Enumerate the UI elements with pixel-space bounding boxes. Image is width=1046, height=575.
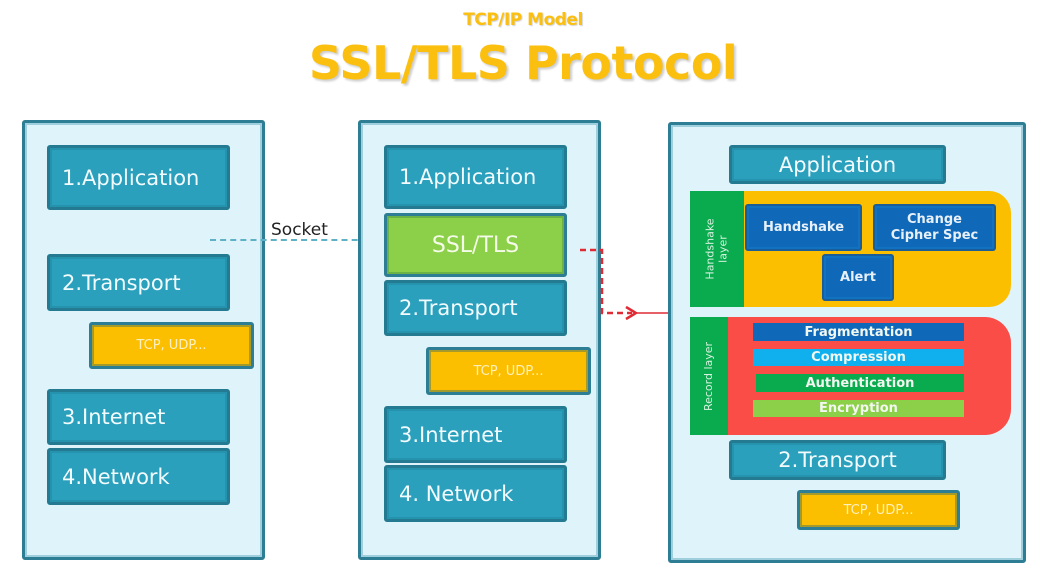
fragmentation-step: Fragmentation [753, 323, 964, 341]
handshake-protocol-box: Handshake [745, 204, 862, 251]
left-network-layer: 4.Network [47, 448, 230, 505]
middle-ssl-tls-layer: SSL/TLS [384, 213, 567, 277]
middle-network-layer: 4. Network [384, 465, 567, 522]
diagram-title: SSL/TLS Protocol [308, 36, 738, 90]
left-internet-layer: 3.Internet [47, 389, 230, 445]
alert-protocol-box: Alert [822, 254, 894, 301]
socket-label: Socket [271, 220, 328, 240]
handshake-layer-label: Handshake layer [690, 191, 744, 307]
change-cipher-spec-box: Change Cipher Spec [873, 204, 996, 251]
encryption-step: Encryption [753, 400, 964, 417]
middle-transport-layer: 2.Transport [384, 280, 567, 336]
left-application-layer: 1.Application [47, 145, 230, 210]
record-layer-label-text: Record layer [702, 341, 716, 411]
middle-internet-layer: 3.Internet [384, 406, 567, 463]
diagram-subtitle: TCP/IP Model [463, 10, 583, 30]
right-transport-protocols: TCP, UDP... [797, 490, 960, 530]
record-layer-label: Record layer [690, 317, 728, 435]
middle-application-layer: 1.Application [384, 145, 567, 209]
handshake-layer-label-text: Handshake layer [704, 218, 730, 280]
right-application-layer: Application [729, 145, 946, 184]
authentication-step: Authentication [756, 374, 964, 392]
left-transport-layer: 2.Transport [47, 254, 230, 311]
compression-step: Compression [753, 349, 964, 366]
arrow-path [580, 248, 632, 315]
left-transport-protocols: TCP, UDP... [89, 322, 254, 369]
right-transport-layer: 2.Transport [729, 440, 946, 480]
middle-transport-protocols: TCP, UDP... [426, 347, 591, 395]
